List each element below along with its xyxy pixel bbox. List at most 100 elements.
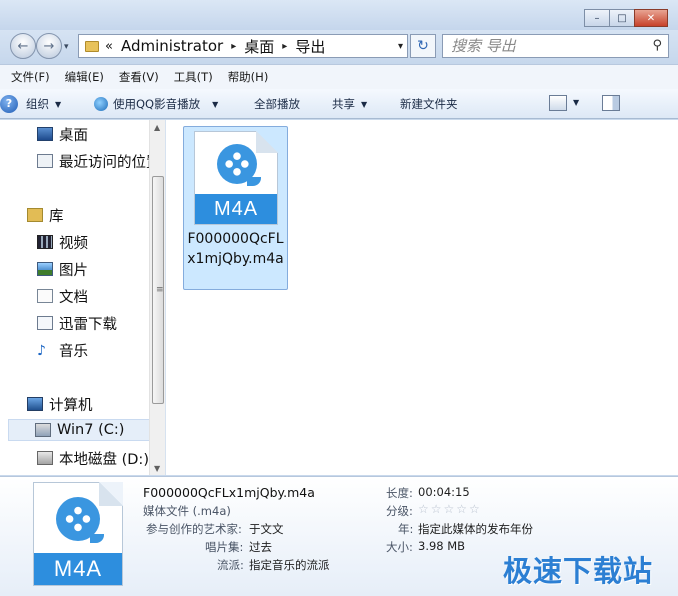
qq-player-icon xyxy=(94,97,108,111)
preview-pane-icon[interactable] xyxy=(602,95,620,111)
tree-item-computer[interactable]: 计算机 xyxy=(27,393,93,415)
refresh-icon: ↻ xyxy=(417,38,429,54)
tree-item-label: 音乐 xyxy=(59,343,88,360)
new-folder-button[interactable]: 新建文件夹 xyxy=(400,96,458,112)
file-type-badge: M4A xyxy=(195,194,277,224)
dropdown-arrow-icon: ▼ xyxy=(361,99,368,109)
tree-item-label: 库 xyxy=(49,208,64,225)
tree-item-recent-places[interactable]: 最近访问的位置 xyxy=(37,150,161,172)
length-label: 长度: xyxy=(386,486,413,500)
close-button[interactable]: ✕ xyxy=(634,9,668,27)
breadcrumb-overflow-chevron[interactable]: « xyxy=(105,39,113,54)
year-value[interactable]: 指定此媒体的发布年份 xyxy=(418,521,533,537)
album-value[interactable]: 过去 xyxy=(249,539,272,555)
play-all-button[interactable]: 全部播放 xyxy=(254,96,300,112)
tree-item-music[interactable]: ♪ 音乐 xyxy=(37,339,88,361)
film-reel-icon xyxy=(217,144,261,186)
picture-icon xyxy=(37,262,53,276)
album-label: 唱片集: xyxy=(205,540,244,554)
m4a-file-icon: M4A xyxy=(194,131,278,225)
command-toolbar: 组织 ▼ 使用QQ影音播放 ▼ 全部播放 共享 ▼ 新建文件夹 ▼ ? xyxy=(0,89,678,119)
new-folder-label: 新建文件夹 xyxy=(400,97,458,111)
recent-pages-dropdown[interactable]: ▾ xyxy=(64,42,69,52)
computer-icon xyxy=(27,397,43,411)
play-with-qq-button[interactable]: 使用QQ影音播放 ▼ xyxy=(94,96,218,112)
navigation-pane-scrollbar[interactable]: ▲ ≡ ▼ xyxy=(149,120,165,475)
document-icon xyxy=(37,289,53,303)
rating-stars[interactable]: ☆☆☆☆☆ xyxy=(418,502,482,516)
navigation-bar: ← → ▾ « Administrator ▸ 桌面 ▸ 导出 ▾ ↻ ⚲ xyxy=(0,30,678,64)
change-view-icon[interactable] xyxy=(549,95,567,111)
tree-item-label: 图片 xyxy=(59,262,88,279)
details-file-name: F000000QcFLx1mjQby.m4a xyxy=(143,485,315,500)
share-button[interactable]: 共享 ▼ xyxy=(332,96,367,112)
tree-item-documents[interactable]: 文档 xyxy=(37,285,88,307)
tree-item-label: 本地磁盘 (D:) xyxy=(59,451,149,468)
tree-item-label: 计算机 xyxy=(49,397,93,414)
organize-button[interactable]: 组织 ▼ xyxy=(26,96,61,112)
recent-places-icon xyxy=(37,154,53,168)
scrollbar-thumb[interactable]: ≡ xyxy=(152,176,164,404)
back-button[interactable]: ← xyxy=(10,33,36,59)
search-icon[interactable]: ⚲ xyxy=(652,38,662,53)
drive-c-icon xyxy=(35,423,51,437)
menu-bar: 文件(F) 编辑(E) 查看(V) 工具(T) 帮助(H) xyxy=(0,64,678,89)
breadcrumb-separator-icon[interactable]: ▸ xyxy=(231,41,236,52)
size-label: 大小: xyxy=(386,540,413,554)
play-with-qq-label: 使用QQ影音播放 xyxy=(113,97,201,111)
artist-value[interactable]: 于文文 xyxy=(249,521,284,537)
organize-label: 组织 xyxy=(26,97,49,111)
scroll-up-icon[interactable]: ▲ xyxy=(154,123,160,132)
breadcrumb-separator-icon[interactable]: ▸ xyxy=(282,41,287,52)
file-list-pane[interactable]: M4A F000000QcFLx1mjQby.m4a xyxy=(165,120,678,475)
music-icon: ♪ xyxy=(37,343,46,359)
search-box[interactable]: ⚲ xyxy=(442,34,669,58)
film-reel-icon xyxy=(56,497,104,543)
play-all-label: 全部播放 xyxy=(254,97,300,111)
tree-item-label: 迅雷下载 xyxy=(59,316,117,333)
grip-icon: ≡ xyxy=(156,285,164,295)
dropdown-arrow-icon: ▼ xyxy=(55,99,62,109)
file-type-badge: M4A xyxy=(34,553,122,585)
file-name-label: F000000QcFLx1mjQby.m4a xyxy=(187,231,284,267)
genre-label: 流派: xyxy=(217,558,244,572)
share-label: 共享 xyxy=(332,97,355,111)
dropdown-arrow-icon: ▼ xyxy=(212,99,219,109)
minimize-button[interactable]: – xyxy=(584,9,610,27)
help-icon[interactable]: ? xyxy=(0,94,18,113)
menu-edit[interactable]: 编辑(E) xyxy=(65,69,104,85)
tree-item-libraries[interactable]: 库 xyxy=(27,204,64,226)
menu-view[interactable]: 查看(V) xyxy=(119,69,159,85)
file-item-selected[interactable]: M4A F000000QcFLx1mjQby.m4a xyxy=(183,126,288,290)
tree-item-videos[interactable]: 视频 xyxy=(37,231,88,253)
breadcrumb-export[interactable]: 导出 xyxy=(295,36,325,57)
tree-item-label: 最近访问的位置 xyxy=(59,154,161,171)
tree-item-pictures[interactable]: 图片 xyxy=(37,258,88,280)
artist-label: 参与创作的艺术家: xyxy=(146,522,242,536)
address-dropdown-icon[interactable]: ▾ xyxy=(398,41,403,52)
forward-arrow-icon: → xyxy=(43,38,55,54)
menu-tools[interactable]: 工具(T) xyxy=(174,69,213,85)
refresh-button[interactable]: ↻ xyxy=(410,34,436,58)
search-input[interactable] xyxy=(451,37,647,55)
page-fold xyxy=(256,131,278,153)
breadcrumb-administrator[interactable]: Administrator xyxy=(121,37,223,55)
year-label: 年: xyxy=(398,522,414,536)
site-watermark: 极速下载站 xyxy=(503,554,654,588)
tree-item-label: 视频 xyxy=(59,235,88,252)
page-fold xyxy=(99,482,123,506)
menu-file[interactable]: 文件(F) xyxy=(11,69,50,85)
breadcrumb-desktop[interactable]: 桌面 xyxy=(244,36,274,57)
address-bar[interactable]: « Administrator ▸ 桌面 ▸ 导出 ▾ xyxy=(78,34,408,58)
genre-value[interactable]: 指定音乐的流派 xyxy=(249,557,330,573)
tree-item-desktop[interactable]: 桌面 xyxy=(37,123,88,145)
library-icon xyxy=(27,208,43,222)
scroll-down-icon[interactable]: ▼ xyxy=(154,464,160,473)
menu-help[interactable]: 帮助(H) xyxy=(228,69,269,85)
tree-item-drive-c[interactable]: Win7 (C:) xyxy=(8,419,150,441)
tree-item-drive-d[interactable]: 本地磁盘 (D:) xyxy=(37,447,149,469)
tree-item-xunlei-downloads[interactable]: 迅雷下载 xyxy=(37,312,117,334)
maximize-button[interactable]: □ xyxy=(609,9,635,27)
view-options-dropdown-icon[interactable]: ▼ xyxy=(573,98,579,107)
forward-button[interactable]: → xyxy=(36,33,62,59)
